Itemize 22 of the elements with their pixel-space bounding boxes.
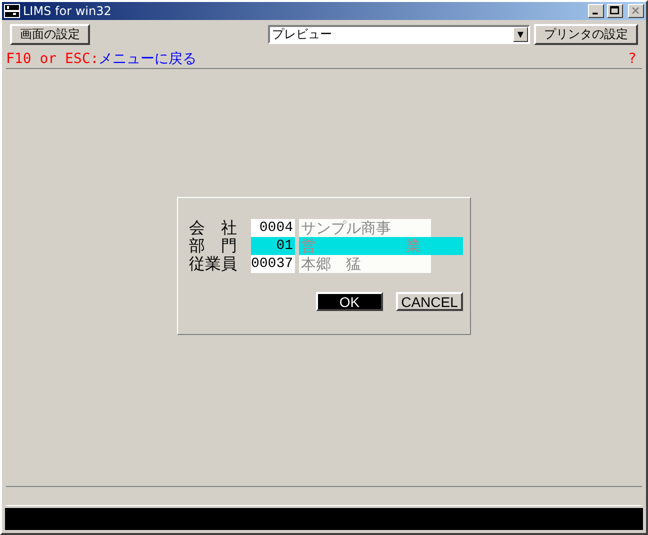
field-label: 会 社 — [189, 218, 238, 238]
maximize-icon[interactable] — [607, 4, 623, 18]
cancel-button[interactable]: CANCEL — [396, 292, 463, 311]
code-field[interactable]: 00037 — [251, 255, 295, 273]
app-logo-icon — [4, 4, 20, 18]
help-mark: ? — [628, 51, 637, 67]
field-label: 従業員 — [189, 254, 238, 274]
hint-keys: F10 or ESC: — [6, 51, 99, 67]
name-field: 営 業 — [299, 237, 463, 255]
ok-button[interactable]: OK — [316, 292, 383, 311]
minimize-icon[interactable] — [588, 4, 604, 18]
hint-action: メニューに戻る — [98, 50, 198, 68]
output-select[interactable]: プレビュー ▼ — [268, 24, 530, 44]
name-field: 本郷 猛 — [299, 255, 431, 273]
code-field[interactable]: 01 — [251, 237, 295, 255]
window-title: LIMS for win32 — [23, 4, 112, 18]
screen-settings-button[interactable]: 画面の設定 — [10, 24, 90, 44]
field-label: 部 門 — [189, 236, 238, 256]
name-field: サンプル商事 — [299, 219, 431, 237]
close-icon[interactable] — [628, 4, 644, 18]
printer-settings-button[interactable]: プリンタの設定 — [534, 24, 638, 44]
code-field[interactable]: 0004 — [251, 219, 295, 237]
